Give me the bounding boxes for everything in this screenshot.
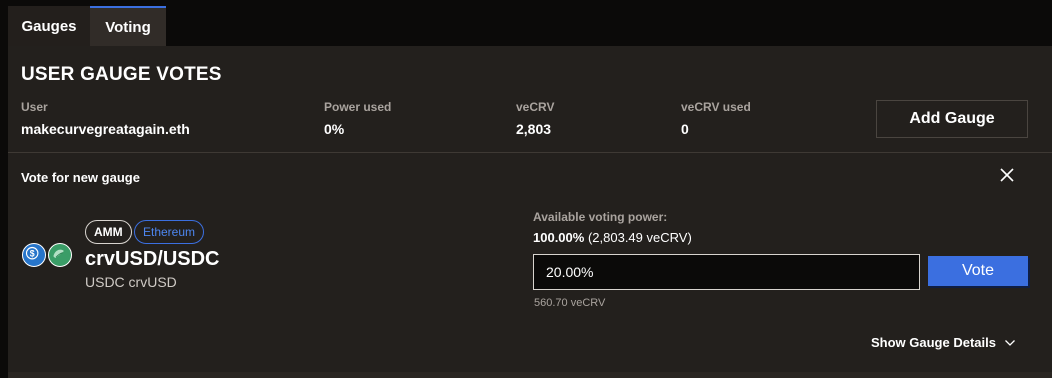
available-voting-power-value: 100.00% (2,803.49 veCRV) xyxy=(533,230,692,245)
usdc-token-icon: $ xyxy=(22,243,46,267)
vecrv-label: veCRV xyxy=(516,100,555,114)
vecrv-stat: veCRV 2,803 xyxy=(516,100,554,137)
crvusd-token-icon xyxy=(48,243,72,267)
vecrv-used-value: 0 xyxy=(681,121,689,137)
tab-bar: Gauges Voting xyxy=(8,6,166,46)
pool-name: crvUSD/USDC xyxy=(85,248,220,270)
show-gauge-details-toggle[interactable]: Show Gauge Details xyxy=(871,335,1016,350)
svg-text:$: $ xyxy=(30,248,35,258)
user-label: User xyxy=(21,100,48,114)
divider xyxy=(8,152,1052,153)
close-icon[interactable] xyxy=(998,166,1016,184)
power-used-stat: Power used 0% xyxy=(324,100,391,137)
vecrv-value: 2,803 xyxy=(516,121,552,137)
vote-vecrv-amount: 560.70 veCRV xyxy=(534,297,606,309)
add-gauge-button[interactable]: Add Gauge xyxy=(876,100,1028,138)
network-badge: Ethereum xyxy=(134,220,205,244)
user-value: makecurvegreatagain.eth xyxy=(21,121,190,137)
page-title: USER GAUGE VOTES xyxy=(21,64,222,85)
user-stat: User makecurvegreatagain.eth xyxy=(21,100,190,137)
tab-gauges[interactable]: Gauges xyxy=(8,6,90,46)
pool-tokens: USDC crvUSD xyxy=(85,274,177,290)
available-voting-power-label: Available voting power: xyxy=(533,210,668,224)
vecrv-used-label: veCRV used xyxy=(681,100,751,114)
available-amount: (2,803.49 veCRV) xyxy=(587,230,692,245)
amm-badge: AMM xyxy=(85,220,132,244)
show-gauge-details-label: Show Gauge Details xyxy=(871,335,996,350)
chevron-down-icon xyxy=(1005,339,1015,346)
vote-button[interactable]: Vote xyxy=(928,256,1028,286)
power-used-value: 0% xyxy=(324,121,345,137)
vecrv-used-stat: veCRV used 0 xyxy=(681,100,751,137)
available-percent: 100.00% xyxy=(533,230,585,245)
tab-voting[interactable]: Voting xyxy=(90,6,166,46)
panel-bottom-edge xyxy=(8,372,1052,378)
vote-percent-input[interactable] xyxy=(533,254,920,290)
vote-new-gauge-heading: Vote for new gauge xyxy=(21,170,140,185)
user-gauge-votes-panel: USER GAUGE VOTES User makecurvegreatagai… xyxy=(8,46,1052,378)
power-used-label: Power used xyxy=(324,100,392,114)
